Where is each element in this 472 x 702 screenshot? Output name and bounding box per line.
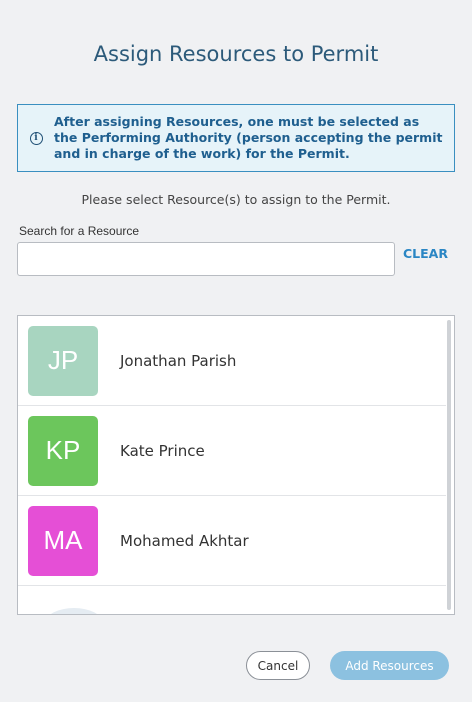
search-label: Search for a Resource [19, 224, 140, 238]
add-resources-button[interactable]: Add Resources [330, 651, 449, 680]
info-banner-text: After assigning Resources, one must be s… [54, 114, 443, 161]
resource-list[interactable]: JP Jonathan Parish KP Kate Prince MA Moh… [17, 315, 455, 615]
avatar: MA [28, 505, 98, 576]
clear-button[interactable]: CLEAR [403, 246, 448, 261]
list-item-resource[interactable]: MA Mohamed Akhtar [18, 496, 446, 586]
cancel-button[interactable]: Cancel [246, 651, 310, 680]
resource-name: Kate Prince [120, 441, 205, 460]
dialog-title: Assign Resources to Permit [93, 42, 379, 66]
avatar: KP [28, 415, 98, 486]
info-banner: i After assigning Resources, one must be… [17, 104, 455, 172]
instruction-text: Please select Resource(s) to assign to t… [81, 192, 391, 207]
resource-name: Jonathan Parish [120, 351, 237, 370]
photo-avatar [51, 608, 97, 614]
list-item-resource[interactable]: KP Kate Prince [18, 406, 446, 496]
list-item-resource-partial[interactable] [18, 586, 446, 614]
list-item-resource[interactable]: JP Jonathan Parish [18, 316, 446, 406]
avatar: JP [28, 325, 98, 396]
scrollbar[interactable] [447, 320, 451, 610]
info-circle-icon: i [18, 131, 54, 145]
search-input[interactable] [17, 242, 395, 276]
resource-name: Mohamed Akhtar [120, 531, 249, 550]
resource-list-content: JP Jonathan Parish KP Kate Prince MA Moh… [18, 316, 446, 614]
